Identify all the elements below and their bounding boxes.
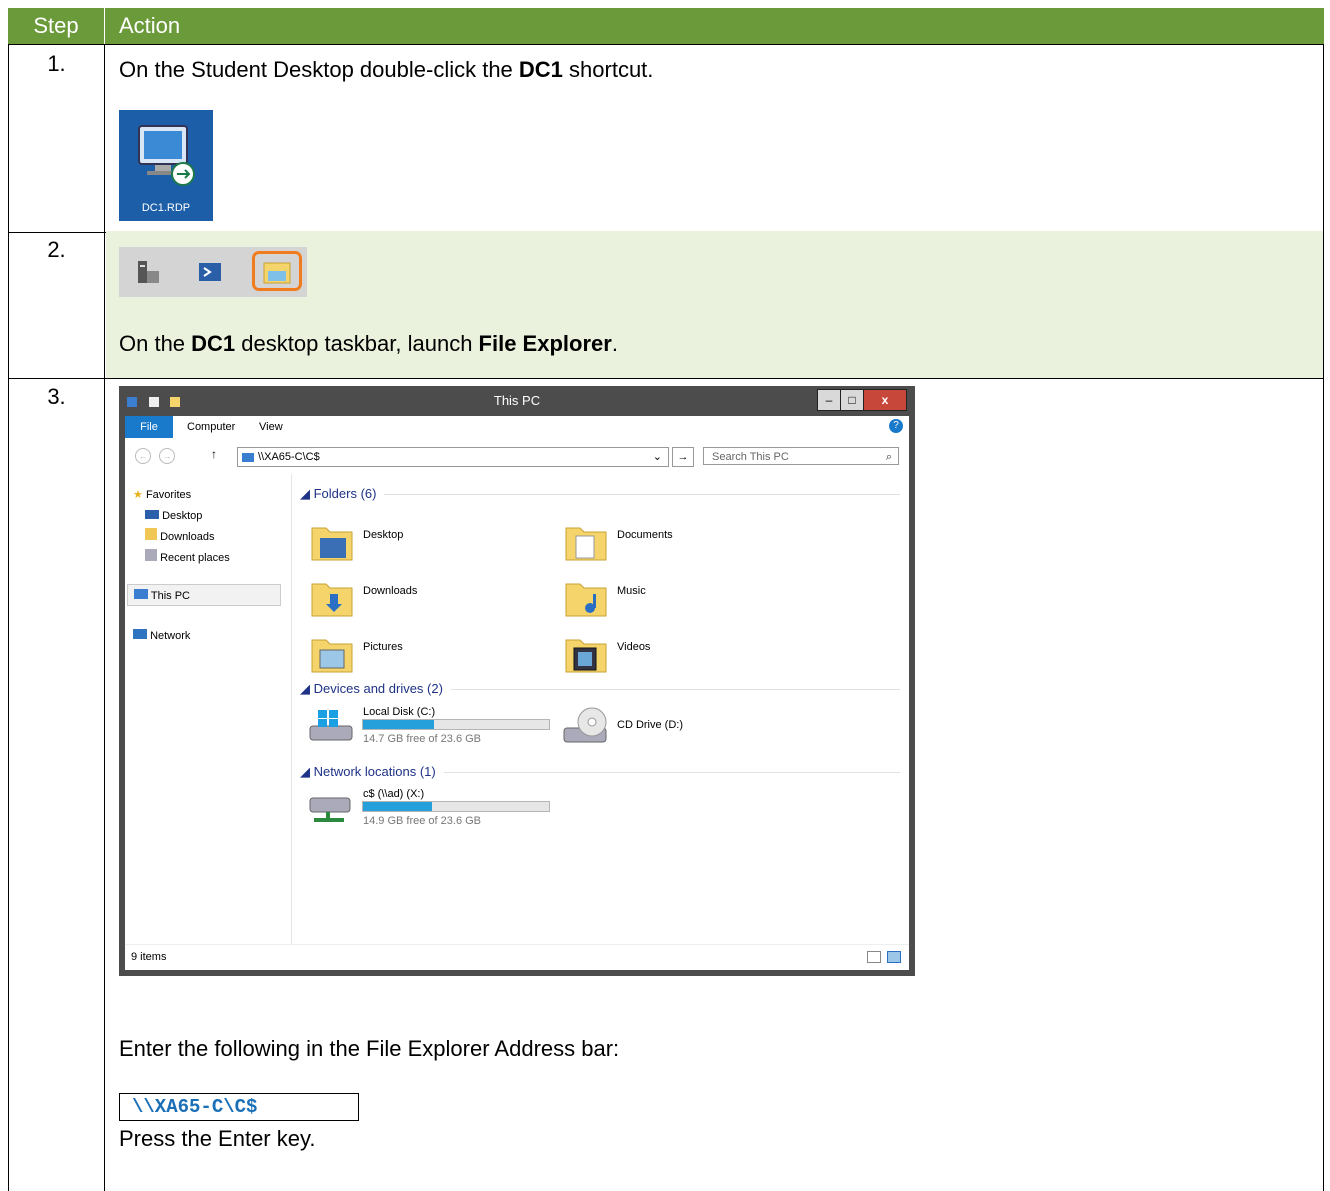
network-drive-name[interactable]: c$ (\\ad) (X:) xyxy=(363,788,424,800)
folder-documents[interactable]: Documents xyxy=(617,529,673,541)
network-drive-free: 14.9 GB free of 23.6 GB xyxy=(363,815,482,827)
network-drive-icon xyxy=(309,797,351,822)
folder-music[interactable]: Music xyxy=(617,585,646,597)
network-drive-usage-bar xyxy=(362,801,550,812)
pictures-folder-icon xyxy=(311,639,353,673)
network-icon xyxy=(133,629,147,639)
up-icon[interactable]: ↑ xyxy=(211,447,217,461)
remote-desktop-icon xyxy=(138,125,195,186)
nav-desktop[interactable]: Desktop xyxy=(145,507,202,525)
properties-icon xyxy=(149,397,160,407)
step-row-1: 1. On the Student Desktop double-click t… xyxy=(8,44,1324,233)
powershell-icon[interactable] xyxy=(195,257,225,287)
search-icon: ⌕ xyxy=(885,451,892,463)
step-3-press-enter: Press the Enter key. xyxy=(119,1126,316,1151)
folders-section-header[interactable]: ◢ Folders (6) xyxy=(300,486,900,502)
table-header: Step Action xyxy=(8,8,1324,44)
folder-pictures[interactable]: Pictures xyxy=(363,641,403,653)
step-number: 2. xyxy=(9,231,105,378)
details-view-icon[interactable] xyxy=(867,951,881,963)
this-pc-icon xyxy=(134,589,148,599)
recent-places-icon xyxy=(145,549,157,561)
tab-file[interactable]: File xyxy=(125,416,173,438)
content-pane: ◢ Folders (6) Desktop Documents Download… xyxy=(292,474,909,944)
devices-section-header[interactable]: ◢ Devices and drives (2) xyxy=(300,681,900,697)
tab-computer[interactable]: Computer xyxy=(187,421,235,433)
address-code-box: \\XA65-C\C$ xyxy=(119,1093,359,1121)
back-icon[interactable]: ← xyxy=(135,448,151,464)
usage-fill xyxy=(363,802,432,811)
step-column-header: Step xyxy=(8,8,105,44)
local-disk-free: 14.7 GB free of 23.6 GB xyxy=(363,733,482,745)
cd-drive-name[interactable]: CD Drive (D:) xyxy=(617,719,683,731)
network-locations-section-header[interactable]: ◢ Network locations (1) xyxy=(300,764,900,780)
music-folder-icon xyxy=(565,583,607,617)
go-button[interactable]: → xyxy=(672,447,694,467)
videos-folder-icon xyxy=(565,639,607,673)
search-input[interactable]: Search This PC ⌕ xyxy=(703,447,899,465)
large-icons-view-icon[interactable] xyxy=(887,951,901,963)
step-row-3: 3. This PC – □ x File Computer View ? ← … xyxy=(8,378,1324,1191)
local-disk-icon xyxy=(309,710,353,741)
quick-access-icon xyxy=(127,397,137,407)
step-1-text: On the Student Desktop double-click the … xyxy=(119,57,654,82)
folder-downloads[interactable]: Downloads xyxy=(363,585,417,597)
file-explorer-window: This PC – □ x File Computer View ? ← → ↑… xyxy=(119,386,915,976)
item-count: 9 items xyxy=(131,951,167,963)
step-2-text: On the DC1 desktop taskbar, launch File … xyxy=(119,331,618,356)
usage-fill xyxy=(363,720,434,729)
step-number: 3. xyxy=(9,378,105,1191)
nav-this-pc[interactable]: This PC xyxy=(127,584,281,606)
downloads-icon xyxy=(145,528,157,540)
minimize-button[interactable]: – xyxy=(817,389,841,411)
star-icon: ★ xyxy=(133,489,143,501)
action-column-header: Action xyxy=(119,13,181,38)
folder-videos[interactable]: Videos xyxy=(617,641,650,653)
folder-desktop[interactable]: Desktop xyxy=(363,529,403,541)
nav-downloads[interactable]: Downloads xyxy=(145,528,214,546)
documents-folder-icon xyxy=(565,527,607,561)
tab-view[interactable]: View xyxy=(259,421,283,433)
step-row-2: 2. On the DC1 desktop taskbar, launch Fi… xyxy=(8,231,1324,379)
step-3-instruction: Enter the following in the File Explorer… xyxy=(119,1036,620,1061)
nav-favorites[interactable]: ★ Favorites xyxy=(133,486,191,504)
desktop-folder-icon xyxy=(311,527,353,561)
navigation-pane: ★ Favorites Desktop Downloads Recent pla… xyxy=(125,474,292,969)
desktop-icon xyxy=(145,510,159,519)
taskbar-strip xyxy=(119,247,307,297)
dc1-rdp-shortcut[interactable]: DC1.RDP xyxy=(119,110,213,221)
nav-network[interactable]: Network xyxy=(133,627,190,645)
downloads-folder-icon xyxy=(311,583,353,617)
nav-recent-places[interactable]: Recent places xyxy=(145,549,230,567)
maximize-button[interactable]: □ xyxy=(840,389,864,411)
new-folder-icon xyxy=(169,397,180,407)
file-explorer-highlight[interactable] xyxy=(252,251,302,291)
cd-drive-icon xyxy=(563,707,607,743)
explorer-body: File Computer View ? ← → ↑ \\XA65-C\C$ ⌄ xyxy=(125,416,909,970)
local-disk-usage-bar xyxy=(362,719,550,730)
step-number: 1. xyxy=(9,45,105,232)
address-text: \\XA65-C\C$ xyxy=(258,451,320,463)
forward-icon[interactable]: → xyxy=(159,448,175,464)
this-pc-icon xyxy=(242,452,254,462)
ribbon: File Computer View ? xyxy=(125,416,909,438)
address-input[interactable]: \\XA65-C\C$ ⌄ xyxy=(237,447,669,467)
shortcut-label: DC1.RDP xyxy=(141,202,191,214)
chevron-down-icon[interactable]: ⌄ xyxy=(653,448,662,466)
help-icon[interactable]: ? xyxy=(889,419,903,433)
quick-access-toolbar[interactable] xyxy=(127,394,207,408)
window-title: This PC xyxy=(493,393,541,408)
address-bar-row: ← → ↑ \\XA65-C\C$ ⌄ → Search This PC ⌕ xyxy=(125,438,909,474)
server-manager-icon[interactable] xyxy=(133,257,163,287)
local-disk-name[interactable]: Local Disk (C:) xyxy=(363,706,435,718)
close-button[interactable]: x xyxy=(863,389,907,411)
status-bar: 9 items xyxy=(125,944,909,970)
file-explorer-icon xyxy=(263,262,291,284)
